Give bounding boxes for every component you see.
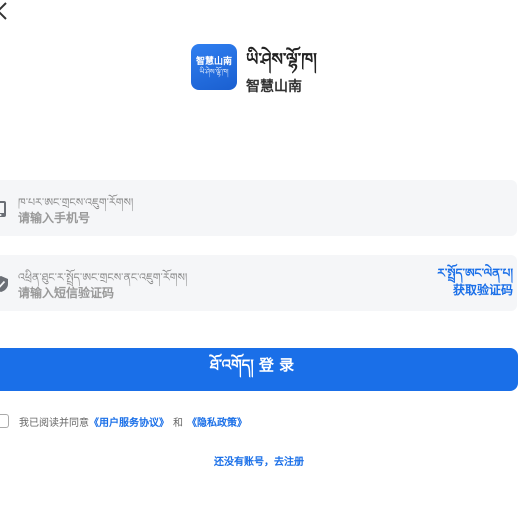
chevron-left-icon: [0, 2, 7, 20]
logo-text-tibetan: ཡི་ཤེས་ལྷོ་ཁ།: [199, 68, 229, 76]
agreement-checkbox[interactable]: [0, 414, 9, 428]
privacy-policy-link[interactable]: 《隐私政策》: [187, 414, 247, 429]
get-code-label-chinese: 获取验证码: [452, 283, 513, 297]
shield-check-icon: [0, 276, 8, 292]
agreement-and: 和: [173, 417, 183, 429]
get-code-label-tibetan: ར་སྤྲོད་ཨང་ལེན་པ།: [437, 266, 513, 280]
phone-input[interactable]: [18, 208, 378, 228]
get-code-button[interactable]: ར་སྤྲོད་ཨང་ལེན་པ། 获取验证码: [437, 265, 513, 299]
register-link[interactable]: 还没有账号，去注册: [0, 453, 518, 468]
agreement-prefix: 我已阅读并同意: [19, 417, 89, 429]
sms-code-field[interactable]: འཕྲིན་ཐུང་ར་སྤྲོད་ཨང་གྲངས་ནང་འཇུག་རོགས། …: [0, 255, 517, 311]
app-logo: 智慧山南 ཡི་ཤེས་ལྷོ་ཁ།: [191, 44, 237, 90]
login-button[interactable]: ཐོ་འགོད། 登 录: [0, 348, 518, 391]
phone-icon: [0, 201, 6, 217]
user-agreement-link[interactable]: 《用户服务协议》: [89, 414, 169, 429]
sms-code-input[interactable]: [18, 283, 378, 303]
agreement-row: 我已阅读并同意 《用户服务协议》 和 《隐私政策》: [0, 413, 247, 429]
app-name-chinese: 智慧山南: [246, 79, 302, 95]
back-button[interactable]: [0, 0, 12, 22]
phone-field[interactable]: ཁ་པར་ཨང་གྲངས་འཇུག་རོགས།: [0, 180, 517, 236]
logo-text-chinese: 智慧山南: [195, 57, 232, 67]
